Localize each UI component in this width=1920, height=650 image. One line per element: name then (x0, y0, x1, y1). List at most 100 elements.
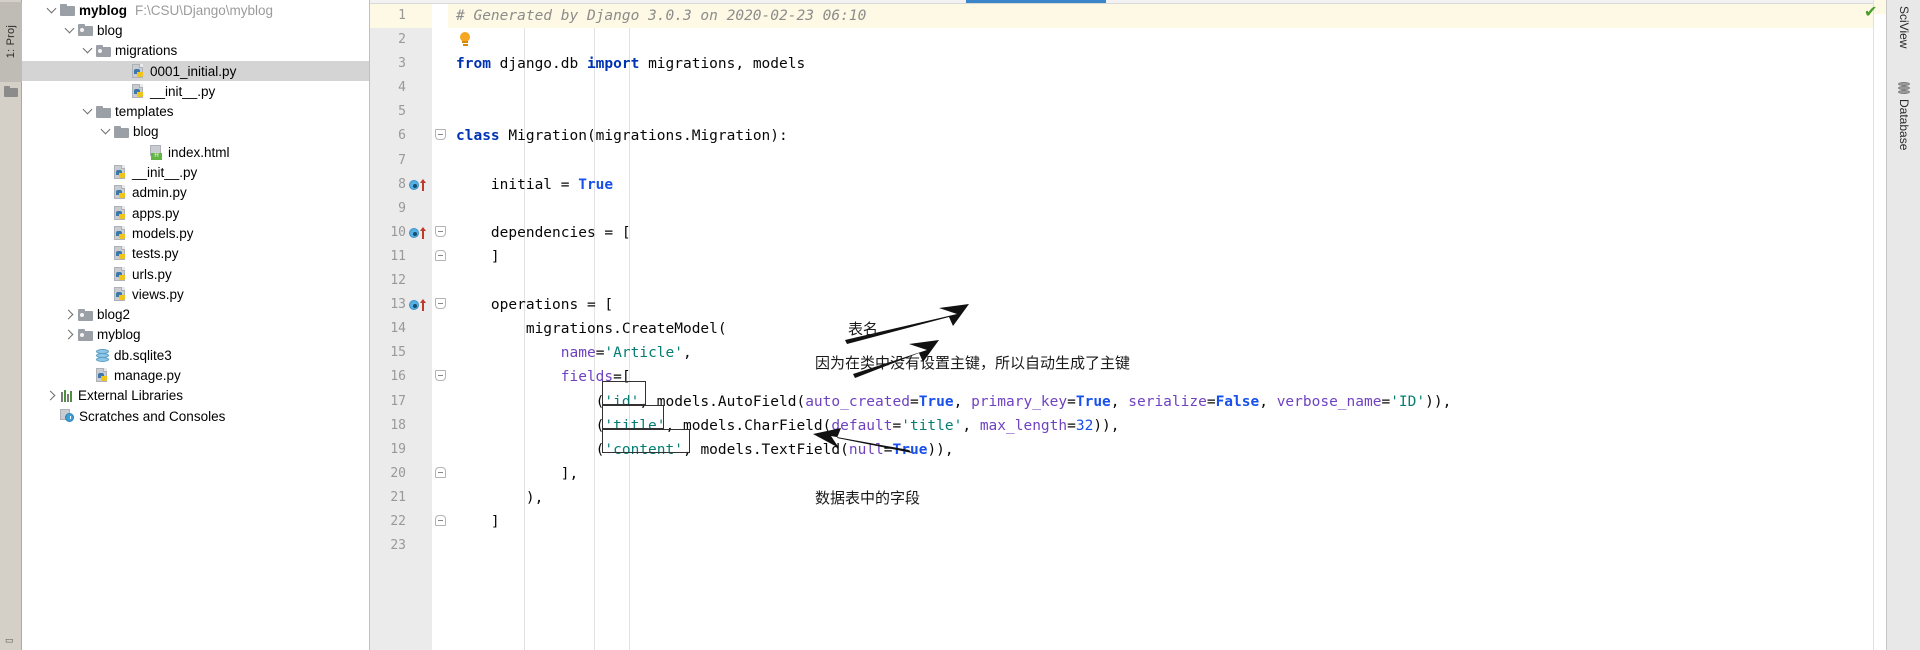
chevron-down-icon[interactable] (64, 24, 77, 37)
fold-slot (432, 4, 448, 28)
code-line[interactable]: ('content', models.TextField(null=True))… (448, 438, 1886, 462)
fold-expand-icon[interactable] (435, 466, 446, 478)
line-number[interactable]: 5 (370, 100, 432, 124)
code-line[interactable]: # Generated by Django 3.0.3 on 2020-02-2… (448, 4, 1886, 29)
sidebar-item-database[interactable]: Database (1887, 82, 1920, 150)
chevron-right-icon[interactable] (64, 308, 77, 321)
code-line[interactable]: migrations.CreateModel( (448, 317, 1886, 341)
tree-item-db-sqlite3[interactable]: db.sqlite3 (22, 345, 369, 365)
line-number[interactable]: 20 (370, 462, 432, 486)
checkmark-icon[interactable]: ✔ (1864, 4, 1880, 20)
code-line[interactable]: class Migration(migrations.Migration): (448, 124, 1886, 148)
line-number[interactable]: 2 (370, 28, 432, 52)
code-line[interactable]: ('id', models.AutoField(auto_created=Tru… (448, 390, 1886, 414)
fold-expand-icon[interactable] (435, 514, 446, 526)
tree-item-blog2[interactable]: blog2 (22, 304, 369, 324)
tree-item-admin-py[interactable]: admin.py (22, 183, 369, 203)
tree-item-views-py[interactable]: views.py (22, 284, 369, 304)
error-stripe-gutter[interactable] (1873, 0, 1887, 650)
chevron-down-icon[interactable] (82, 105, 95, 118)
code-line[interactable]: ] (448, 510, 1886, 534)
line-number[interactable]: 1 (370, 4, 432, 29)
tree-item-init-py[interactable]: __init__.py (22, 81, 369, 101)
code-line[interactable] (448, 269, 1886, 293)
fold-expand-icon[interactable] (435, 249, 446, 261)
fold-collapse-icon[interactable] (435, 298, 446, 310)
code-line[interactable]: operations = [ (448, 293, 1886, 317)
intention-bulb-icon[interactable] (458, 32, 472, 48)
fold-collapse-icon[interactable] (435, 225, 446, 237)
line-number[interactable]: 13 (370, 293, 432, 317)
line-number[interactable]: 17 (370, 390, 432, 414)
tree-item-init-py[interactable]: __init__.py (22, 162, 369, 182)
line-number[interactable]: 23 (370, 534, 432, 558)
line-number[interactable]: 11 (370, 245, 432, 269)
line-number[interactable]: 19 (370, 438, 432, 462)
line-number[interactable]: 15 (370, 341, 432, 365)
code-line[interactable] (448, 534, 1886, 558)
line-number[interactable]: 21 (370, 486, 432, 510)
chevron-down-icon[interactable] (100, 125, 113, 138)
code-line[interactable]: ('title', models.CharField(default='titl… (448, 414, 1886, 438)
tree-item-blog[interactable]: blog (22, 20, 369, 40)
tree-item-blog[interactable]: blog (22, 122, 369, 142)
line-number[interactable]: 22 (370, 510, 432, 534)
tree-item-index-html[interactable]: Hindex.html (22, 142, 369, 162)
code-line[interactable] (448, 76, 1886, 100)
line-number[interactable]: 12 (370, 269, 432, 293)
code-line[interactable]: dependencies = [ (448, 221, 1886, 245)
tree-item-myblog[interactable]: myblog F:\CSU\Django\myblog (22, 0, 369, 20)
chevron-right-icon[interactable] (46, 389, 59, 402)
code-line[interactable]: name='Article', (448, 341, 1886, 365)
code-line[interactable]: ], (448, 462, 1886, 486)
chevron-right-icon[interactable] (64, 328, 77, 341)
line-number[interactable]: 7 (370, 149, 432, 173)
code-line[interactable] (448, 149, 1886, 173)
chevron-down-icon[interactable] (46, 4, 59, 17)
code-line[interactable]: initial = True (448, 173, 1886, 197)
line-number[interactable]: 3 (370, 52, 432, 76)
line-number[interactable]: 18 (370, 414, 432, 438)
code-text-area[interactable]: # Generated by Django 3.0.3 on 2020-02-2… (448, 4, 1886, 650)
line-number[interactable]: 6 (370, 124, 432, 148)
tree-item-urls-py[interactable]: urls.py (22, 264, 369, 284)
code-line[interactable] (448, 197, 1886, 221)
tree-item-label: myblog (79, 2, 128, 18)
tree-item-apps-py[interactable]: apps.py (22, 203, 369, 223)
line-number[interactable]: 4 (370, 76, 432, 100)
line-number[interactable]: 10 (370, 221, 432, 245)
tree-item-0001-initial-py[interactable]: 0001_initial.py (22, 60, 369, 82)
tree-item-migrations[interactable]: migrations (22, 41, 369, 61)
project-tree-panel[interactable]: myblog F:\CSU\Django\myblog blog migrations… (22, 0, 370, 650)
code-line[interactable] (448, 28, 1886, 52)
line-number[interactable]: 14 (370, 317, 432, 341)
code-line[interactable]: ] (448, 245, 1886, 269)
line-number[interactable]: 16 (370, 365, 432, 389)
code-folding-column[interactable] (432, 4, 448, 650)
tree-item-myblog[interactable]: myblog (22, 325, 369, 345)
line-number-gutter[interactable]: 1 2 3 4 5 6 7 8 9 10 11 12 13 14 15 16 17 18 19 20 21 22 23 (370, 4, 432, 650)
implementation-marker-icon[interactable] (409, 226, 429, 240)
chevron-down-icon[interactable] (82, 44, 95, 57)
tree-item-scratches-and-consoles[interactable]: Scratches and Consoles (22, 406, 369, 426)
code-line[interactable]: fields=[ (448, 365, 1886, 389)
tree-item-manage-py[interactable]: manage.py (22, 365, 369, 385)
tree-item-templates[interactable]: templates (22, 101, 369, 121)
tree-item-tests-py[interactable]: tests.py (22, 244, 369, 264)
folder-icon[interactable] (4, 86, 18, 98)
code-token: # Generated by Django 3.0.3 on 2020-02-2… (456, 8, 867, 24)
tree-item-models-py[interactable]: models.py (22, 223, 369, 243)
code-line[interactable]: ), (448, 486, 1886, 510)
tree-item-external-libraries[interactable]: External Libraries (22, 386, 369, 406)
implementation-marker-icon[interactable] (409, 298, 429, 312)
fold-collapse-icon[interactable] (435, 370, 446, 382)
implementation-marker-icon[interactable] (409, 178, 429, 192)
code-line[interactable]: from django.db import migrations, models (448, 52, 1886, 76)
terminal-icon[interactable]: ▭ (5, 635, 17, 647)
code-line[interactable] (448, 100, 1886, 124)
line-number[interactable]: 9 (370, 197, 432, 221)
project-tool-window-tab[interactable]: 1: Proj (0, 2, 22, 82)
line-number[interactable]: 8 (370, 173, 432, 197)
fold-collapse-icon[interactable] (435, 129, 446, 141)
sidebar-item-sciview[interactable]: SciView (1887, 6, 1920, 48)
